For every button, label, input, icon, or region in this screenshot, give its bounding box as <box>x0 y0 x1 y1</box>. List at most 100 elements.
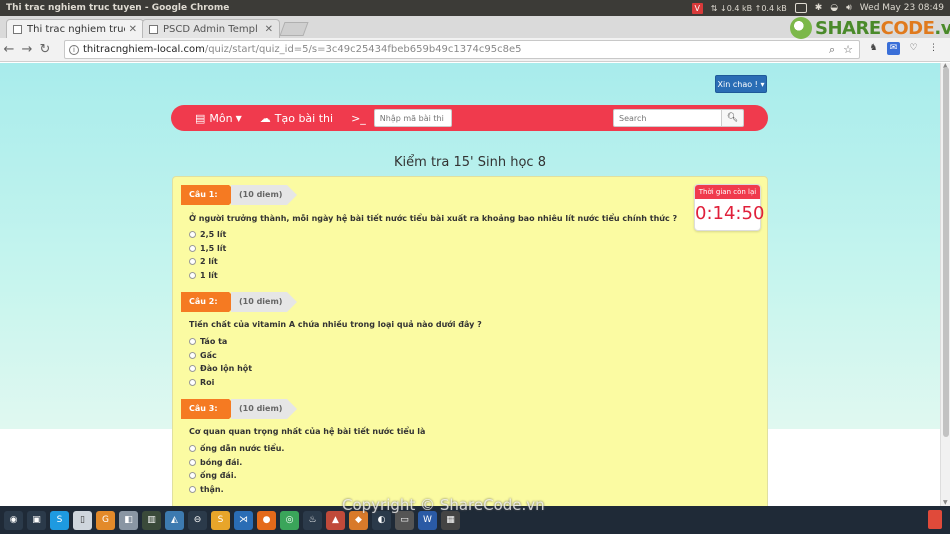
scroll-down-icon[interactable]: ▼ <box>943 499 948 506</box>
option-label: bóng đái. <box>200 458 243 467</box>
chrome-icon[interactable]: ◎ <box>280 510 299 530</box>
answer-option[interactable]: 1 lít <box>189 271 218 280</box>
radio-button[interactable] <box>189 245 196 252</box>
exam-code-input[interactable] <box>373 109 452 127</box>
forward-arrow-icon[interactable]: → <box>18 42 36 57</box>
answer-option[interactable]: thận. <box>189 485 224 494</box>
files-icon[interactable]: ▯ <box>73 510 92 530</box>
menu-icon[interactable]: ⋮ <box>927 42 940 55</box>
answer-option[interactable]: bóng đái. <box>189 458 242 467</box>
subject-menu[interactable]: ▤ Môn ▼ <box>195 112 242 125</box>
extension-icon-2[interactable]: ✉ <box>887 42 900 55</box>
radio-button[interactable] <box>189 459 196 466</box>
keyboard-icon[interactable] <box>794 3 807 13</box>
vscode-icon[interactable]: ⋊ <box>234 510 253 530</box>
tab-label: Thi trac nghiem truc <box>27 23 125 35</box>
close-icon[interactable]: ✕ <box>129 24 137 35</box>
question-points: (10 diem) <box>231 399 297 419</box>
tab-quiz[interactable]: Thi trac nghiem truc ✕ <box>6 19 144 38</box>
search-button[interactable]: 🔍︎ <box>722 109 744 127</box>
steam-icon[interactable]: ♨ <box>303 510 322 530</box>
answer-option[interactable]: ống đái. <box>189 471 237 480</box>
radio-button[interactable] <box>189 365 196 372</box>
system-tray: V ⇅ ↓0.4 kB ↑0.4 kB ✱ ◒ 🔊︎ Wed May 23 08… <box>691 2 950 14</box>
create-exam-link[interactable]: ☁ Tạo bài thi <box>260 112 333 125</box>
main-navbar: ▤ Môn ▼ ☁ Tạo bài thi >_ 🔍︎ <box>171 105 768 131</box>
extension-icon-3[interactable]: ♡ <box>907 42 920 55</box>
option-label: Đào lộn hột <box>200 364 253 373</box>
page-viewport: Xin chao ! ▾ ▤ Môn ▼ ☁ Tạo bài thi >_ 🔍︎… <box>0 63 940 506</box>
radio-button[interactable] <box>189 445 196 452</box>
question-1: Câu 1: (10 diem) Ở người trưởng thành, m… <box>173 185 733 280</box>
option-label: thận. <box>200 485 224 494</box>
greeting-dropdown-button[interactable]: Xin chao ! ▾ <box>715 75 767 93</box>
radio-button[interactable] <box>189 352 196 359</box>
radio-button[interactable] <box>189 231 196 238</box>
bookmark-star-icon[interactable]: ☆ <box>843 43 853 57</box>
answer-option[interactable]: Táo ta <box>189 337 227 346</box>
wifi-icon[interactable]: ◒ <box>830 3 838 13</box>
info-icon[interactable]: i <box>69 44 79 55</box>
terminal-icon: >_ <box>351 112 366 125</box>
create-exam-label: Tạo bài thi <box>274 111 334 125</box>
greeting-label: Xin chao ! <box>717 80 758 89</box>
scrollbar-thumb[interactable] <box>943 67 949 437</box>
answer-option[interactable]: Roi <box>189 378 214 387</box>
skype-icon[interactable]: S <box>50 510 69 530</box>
extension-icon-1[interactable]: ♞ <box>867 42 880 55</box>
start-menu-icon[interactable]: ◉ <box>4 510 23 530</box>
clock[interactable]: Wed May 23 08:49 <box>860 3 944 13</box>
option-label: ống đái. <box>200 471 237 480</box>
answer-option[interactable]: ống dẫn nước tiểu. <box>189 444 284 453</box>
radio-button[interactable] <box>189 379 196 386</box>
question-tag: Câu 3: <box>181 399 239 419</box>
tab-admin[interactable]: PSCD Admin Templ ✕ <box>142 19 280 38</box>
logo-suffix: .vn <box>934 17 950 39</box>
caret-down-icon: ▾ <box>760 80 765 89</box>
subject-label: Môn <box>209 111 233 125</box>
close-icon[interactable]: ✕ <box>265 24 273 35</box>
question-points: (10 diem) <box>231 292 297 312</box>
question-text: Cơ quan quan trọng nhất của hệ bài tiết … <box>189 427 426 436</box>
block-icon[interactable]: ⊖ <box>188 510 207 530</box>
page-icon <box>13 24 22 34</box>
radio-button[interactable] <box>189 258 196 265</box>
search-icon: 🔍︎ <box>726 113 739 123</box>
radio-button[interactable] <box>189 472 196 479</box>
sublime-icon[interactable]: S <box>211 510 230 530</box>
editor-icon[interactable]: G <box>96 510 115 530</box>
app-icon[interactable]: ◧ <box>119 510 138 530</box>
radio-button[interactable] <box>189 486 196 493</box>
chart-app-icon[interactable]: ◭ <box>165 510 184 530</box>
trash-icon[interactable] <box>928 510 942 529</box>
monitor-icon[interactable]: ▥ <box>142 510 161 530</box>
page-scrollbar[interactable]: ▲ ▼ <box>940 62 950 506</box>
answer-option[interactable]: 2,5 lít <box>189 230 226 239</box>
zoom-icon[interactable]: ⌕ <box>829 43 835 57</box>
answer-option[interactable]: Gấc <box>189 351 217 360</box>
window-title: Thi trac nghiem truc tuyen - Google Chro… <box>6 3 230 13</box>
answer-option[interactable]: 1,5 lít <box>189 244 226 253</box>
option-label: Táo ta <box>200 337 228 346</box>
radio-button[interactable] <box>189 272 196 279</box>
bluetooth-icon[interactable]: ✱ <box>815 3 823 13</box>
option-label: Roi <box>200 378 215 387</box>
new-tab-button[interactable] <box>279 22 309 36</box>
question-2: Câu 2: (10 diem) Tiền chất của vitamin A… <box>173 292 733 387</box>
back-arrow-icon[interactable]: ← <box>0 42 18 57</box>
search-group: 🔍︎ <box>613 109 744 127</box>
quiz-panel: Thời gian còn lại 0:14:50 Câu 1: (10 die… <box>172 176 768 506</box>
address-bar[interactable]: i thitracnghiem-local.com/quiz/start/qui… <box>64 40 860 59</box>
workspace-icon[interactable]: ▣ <box>27 510 46 530</box>
reload-icon[interactable]: ↻ <box>36 42 54 57</box>
answer-option[interactable]: Đào lộn hột <box>189 364 252 373</box>
radio-button[interactable] <box>189 338 196 345</box>
vivaldi-tray-icon[interactable]: V <box>691 2 703 14</box>
search-input[interactable] <box>613 109 722 127</box>
answer-option[interactable]: 2 lít <box>189 257 218 266</box>
network-speed: ⇅ ↓0.4 kB ↑0.4 kB <box>710 3 787 13</box>
volume-icon[interactable]: 🔊︎ <box>846 3 852 13</box>
firefox-icon[interactable]: ● <box>257 510 276 530</box>
option-label: 2,5 lít <box>200 230 227 239</box>
question-text: Tiền chất của vitamin A chứa nhiều trong… <box>189 320 482 329</box>
